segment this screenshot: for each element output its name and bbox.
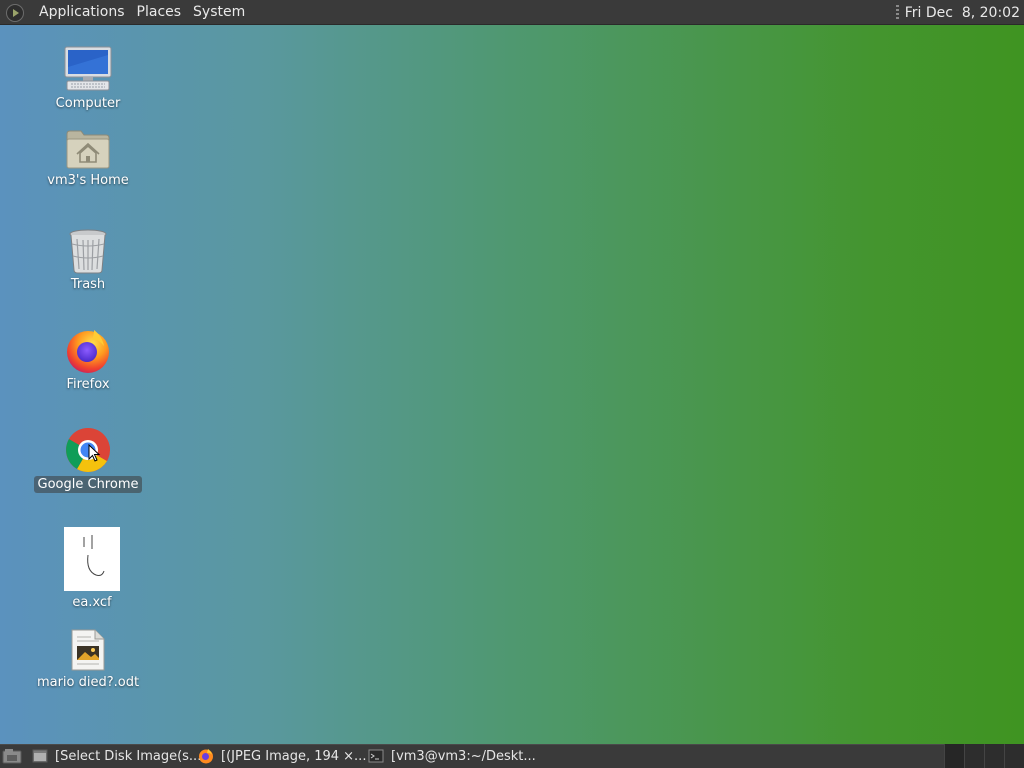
- top-panel: Applications Places System Fri Dec 8, 20…: [0, 0, 1024, 25]
- workspace-3[interactable]: [984, 744, 1004, 768]
- workspace-switcher: [944, 744, 1024, 768]
- desktop-icon-computer[interactable]: Computer: [28, 45, 148, 112]
- menu-places[interactable]: Places: [131, 0, 188, 25]
- main-menu-bar: Applications Places System: [0, 0, 251, 25]
- firefox-icon: [64, 326, 112, 374]
- workspace-4[interactable]: [1004, 744, 1024, 768]
- workspace-1[interactable]: [944, 744, 964, 768]
- top-panel-right: Fri Dec 8, 20:02: [895, 0, 1024, 25]
- desktop-icon-mario-odt[interactable]: mario died?.odt: [28, 628, 148, 691]
- desktop-icon-home[interactable]: vm3's Home: [28, 128, 148, 189]
- home-folder-icon: [65, 128, 111, 170]
- odt-document-icon: [69, 628, 107, 672]
- desktop-icon-ea-xcf[interactable]: ea.xcf: [32, 527, 152, 611]
- taskbar-item-label: [Select Disk Image(s...: [55, 748, 202, 764]
- firefox-icon: [199, 749, 213, 764]
- desktop-icon-firefox[interactable]: Firefox: [28, 326, 148, 393]
- taskbar-item-select-disk-image[interactable]: [Select Disk Image(s...: [28, 744, 201, 768]
- mate-logo-icon[interactable]: [6, 3, 24, 22]
- taskbar-item-terminal[interactable]: [vm3@vm3:~/Deskt...: [364, 744, 536, 768]
- desktop-icon-google-chrome[interactable]: Google Chrome: [28, 426, 148, 493]
- desktop-icon-label: vm3's Home: [47, 173, 129, 188]
- workspace-2[interactable]: [964, 744, 984, 768]
- computer-icon: [63, 45, 113, 93]
- menu-system[interactable]: System: [187, 0, 251, 25]
- panel-handle-icon[interactable]: [895, 4, 899, 21]
- desktop-icon-trash[interactable]: Trash: [28, 228, 148, 293]
- clock[interactable]: Fri Dec 8, 20:02: [905, 5, 1024, 21]
- show-desktop-icon: [2, 749, 22, 764]
- taskbar-item-label: [(JPEG Image, 194 ×...: [221, 748, 367, 764]
- mouse-cursor-icon: [88, 444, 101, 462]
- desktop-icon-label: mario died?.odt: [36, 675, 140, 690]
- desktop-icon-label: Firefox: [66, 377, 110, 392]
- desktop-icon-label: Google Chrome: [33, 476, 143, 493]
- desktop-icon-label: ea.xcf: [72, 595, 112, 610]
- chrome-icon: [64, 426, 112, 474]
- terminal-icon: [368, 749, 384, 763]
- desktop-background: [0, 0, 1024, 768]
- taskbar-item-jpeg-image[interactable]: [(JPEG Image, 194 ×...: [194, 744, 367, 768]
- bottom-panel: [Select Disk Image(s... [(JPEG Image, 19…: [0, 744, 1024, 768]
- desktop-icon-label: Trash: [70, 277, 106, 292]
- xcf-thumbnail-icon: [64, 527, 120, 591]
- menu-applications[interactable]: Applications: [33, 0, 131, 25]
- trash-icon: [68, 228, 108, 274]
- desktop-icon-label: Computer: [55, 96, 121, 111]
- taskbar-item-label: [vm3@vm3:~/Deskt...: [391, 748, 536, 764]
- show-desktop-button[interactable]: [0, 744, 28, 768]
- window-icon: [32, 749, 48, 763]
